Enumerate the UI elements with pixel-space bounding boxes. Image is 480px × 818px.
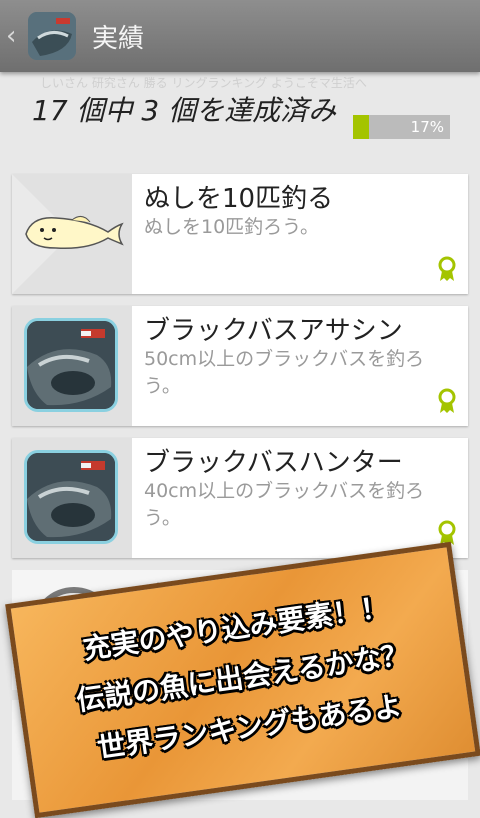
achievement-description: 40cm以上のブラックバスを釣ろう。 (144, 480, 425, 529)
nushi-fish-thumb (12, 174, 132, 294)
achievement-description: ぬしを10匹釣ろう。 (144, 216, 320, 238)
page-title: 実績 (92, 23, 145, 54)
progress-fill (353, 115, 370, 139)
ribbon-icon (438, 256, 456, 281)
achievement-card[interactable]: ブラックバスアサシン 50cm以上のブラックバスを釣ろう。 (12, 306, 468, 426)
achievement-title: ぬしを10匹釣る (144, 184, 334, 214)
achievement-card[interactable]: ブラックバスハンター 40cm以上のブラックバスを釣ろう。 (12, 438, 468, 558)
bass-thumb (12, 438, 132, 558)
app-icon[interactable] (28, 12, 76, 60)
achievement-summary: 17 個中 3 個を達成済み (32, 94, 337, 127)
chevron-left-icon[interactable]: ‹ (6, 21, 28, 51)
action-bar: ‹ 実績 (0, 0, 480, 72)
bass-icon (24, 450, 118, 544)
progress-bar: 17% (353, 115, 450, 139)
achievement-title: ブラックバスハンター (144, 448, 403, 478)
ribbon-icon (438, 388, 456, 413)
achievement-card[interactable]: ぬしを10匹釣る ぬしを10匹釣ろう。 (12, 174, 468, 294)
bass-thumb (12, 306, 132, 426)
progress-label: 17% (410, 118, 444, 136)
achievement-title: ブラックバスアサシン (144, 316, 403, 346)
achievement-description: 50cm以上のブラックバスを釣ろう。 (144, 348, 425, 397)
bass-icon (24, 318, 118, 412)
